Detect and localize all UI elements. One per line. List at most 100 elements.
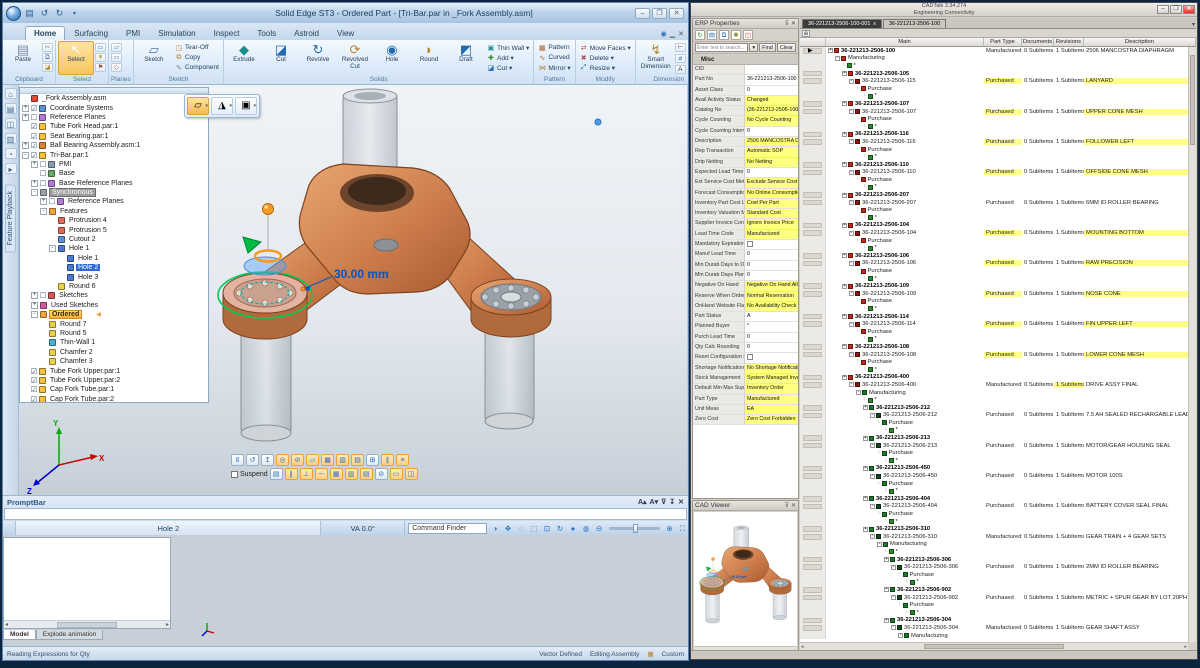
column-header[interactable] (800, 38, 826, 46)
window-close-icon[interactable]: ✕ (678, 30, 684, 38)
suspend-checkbox[interactable]: Suspend (231, 471, 268, 478)
property-value[interactable]: No Cycle Counting (745, 116, 798, 125)
tree-expander-icon[interactable]: + (842, 132, 847, 137)
tree-expander-icon[interactable]: + (863, 527, 868, 532)
property-value[interactable]: 0 (745, 86, 798, 95)
mirror-button[interactable]: ⋈Mirror ▾ (536, 63, 572, 72)
d1-icon[interactable]: ⊢ (675, 43, 686, 52)
live-rule-box1-button[interactable]: ▭ (390, 468, 403, 480)
bom-row[interactable]: +36-221213-2506-450 (800, 465, 1188, 473)
bom-row[interactable]: +36-221213-2506-310 (800, 525, 1188, 533)
copy-icon[interactable]: ⧉ (42, 53, 53, 62)
bom-row[interactable]: └Purchase (800, 571, 1188, 579)
copy-button[interactable]: ⧉Copy (173, 53, 221, 62)
pathfinder-item[interactable]: ☑Tube Fork Upper.par:1 (20, 366, 208, 375)
selbox-icon[interactable]: ▭ (95, 43, 106, 52)
tree-expander-icon[interactable]: + (884, 587, 889, 592)
bottom-tab-model[interactable]: Model (3, 630, 36, 640)
pathfinder-icon[interactable]: ▤ (5, 103, 17, 114)
erp-save-icon[interactable]: ▤ (707, 30, 717, 40)
property-value[interactable]: Zero Cost Forbidden (745, 415, 798, 424)
close-button[interactable]: ✕ (669, 8, 684, 19)
tree-expander-icon[interactable]: + (842, 375, 847, 380)
painter-icon[interactable]: ◪ (42, 63, 53, 72)
d2-icon[interactable]: ∠ (688, 43, 689, 52)
tree-expander-icon[interactable]: - (849, 200, 854, 205)
tree-expander-icon[interactable]: - (31, 189, 38, 196)
live-rule-cxy-button[interactable]: ▦ (330, 468, 343, 480)
pathfinder-item[interactable]: Round 7 (20, 319, 208, 328)
paste-button[interactable]: ▤Paste (5, 41, 41, 75)
pathfinder-item[interactable]: _Fork Assembly.asm (20, 94, 208, 103)
extrude-button[interactable]: ◆Extrude (226, 41, 262, 75)
property-value[interactable]: 0 (745, 261, 798, 270)
ribbon-tab-surfacing[interactable]: Surfacing (65, 26, 117, 40)
qat-dropdown-icon[interactable]: ▾ (68, 7, 81, 20)
pathfinder-item[interactable]: Thin-Wall 1 (20, 338, 208, 347)
pathfinder-item[interactable]: -Ordered◀ (20, 310, 208, 319)
bom-row[interactable]: └Purchase (800, 298, 1188, 306)
live-rule-perp-button[interactable]: ⊥ (300, 468, 313, 480)
feature-playback-tab[interactable]: Feature Playback (5, 184, 16, 252)
pathfinder-item[interactable]: +Used Sketches (20, 301, 208, 310)
restore-button[interactable]: ❐ (652, 8, 667, 19)
tree-expander-icon[interactable]: + (842, 71, 847, 76)
pathfinder-item[interactable]: ☑Cap Fork Tube.par:2 (20, 395, 208, 404)
zoom-fit-icon[interactable]: ⬚ (529, 523, 540, 534)
sketch-button[interactable]: ▱Sketch (136, 41, 172, 75)
column-header-documents[interactable]: Documents (1022, 38, 1054, 46)
erp-pin-icon[interactable]: ⊽ (785, 20, 789, 27)
zoom-slider-thumb[interactable] (633, 524, 638, 533)
zoom-area-icon[interactable]: ⊡ (542, 523, 553, 534)
tree-expander-icon[interactable]: + (842, 344, 847, 349)
property-value[interactable]: (36-221213-2506-100) (745, 106, 798, 115)
ct-close-button[interactable]: ✕ (1183, 5, 1195, 14)
pathfinder-item[interactable]: +☑Coordinate Systems (20, 103, 208, 112)
grid-status-icon[interactable]: ▦ (647, 650, 653, 658)
animation-hscrollbar[interactable]: ◂▸ (4, 620, 170, 628)
tree-expander-icon[interactable]: - (40, 208, 47, 215)
bom-row[interactable]: └* (800, 244, 1188, 252)
bom-row[interactable]: -36-221213-2506-109Purchased0 SubItems1 … (800, 290, 1188, 298)
tree-expander-icon[interactable]: + (22, 114, 29, 121)
live-rule-concentric-button[interactable]: ◎ (276, 454, 289, 466)
property-value[interactable] (745, 353, 798, 362)
bom-row[interactable]: -36-221213-2506-114Purchased0 SubItems1 … (800, 320, 1188, 328)
visibility-checkbox[interactable]: ☑ (30, 395, 38, 403)
property-value[interactable]: Cost Per Part (745, 199, 798, 208)
bom-row[interactable]: +36-221213-2506-306 (800, 556, 1188, 564)
tree-expander-icon[interactable]: - (849, 291, 854, 296)
property-value[interactable] (745, 65, 798, 74)
bom-row[interactable]: └* (800, 548, 1188, 556)
property-value[interactable]: A (745, 312, 798, 321)
font-decrease-icon[interactable]: A▾ (650, 498, 659, 506)
property-value[interactable]: Negative On Hand Allowed (745, 281, 798, 290)
visibility-checkbox[interactable]: ☐ (48, 197, 56, 206)
redo-icon[interactable]: ↻ (53, 7, 66, 20)
bom-grid-icon[interactable]: ⊞ (802, 30, 810, 37)
pathfinder-item[interactable]: ☑Cap Fork Tube.par:1 (20, 385, 208, 394)
property-value[interactable]: 0 (745, 168, 798, 177)
smart-dimension-button[interactable]: ↯Smart Dimension (638, 41, 674, 75)
tree-expander-icon[interactable]: + (884, 557, 889, 562)
erp-search-input[interactable]: Enter text to search... (695, 43, 748, 52)
filter-icon[interactable]: ▼ (95, 53, 106, 62)
pathfinder-item[interactable]: ☐Base (20, 169, 208, 178)
property-value[interactable]: Changed (745, 96, 798, 105)
thin-wall-button[interactable]: ▣Thin Wall ▾ (485, 43, 531, 52)
bom-row[interactable]: -36-221213-2506-108Purchased0 SubItems1 … (800, 351, 1188, 359)
ribbon-tab-simulation[interactable]: Simulation (149, 26, 204, 40)
bom-row[interactable]: -36-221213-2506-304Manufactured0 SubItem… (800, 624, 1188, 632)
bom-row[interactable]: -Manufacturing (800, 55, 1188, 63)
tree-expander-icon[interactable]: - (891, 625, 896, 630)
live-rule-czx-button[interactable]: ▤ (360, 468, 373, 480)
bom-tab[interactable]: 36-221213-2506-100 (883, 19, 946, 28)
tree-expander-icon[interactable]: - (849, 322, 854, 327)
pathfinder-item[interactable]: -Hole 1 (20, 244, 208, 253)
d5-icon[interactable]: A (675, 65, 686, 74)
visibility-checkbox[interactable]: ☑ (30, 132, 38, 141)
dock-icon[interactable]: ↧ (669, 498, 675, 506)
tree-expander-icon[interactable]: + (22, 142, 29, 149)
tree-expander-icon[interactable]: - (849, 261, 854, 266)
bom-row[interactable]: +36-221213-2506-213 (800, 434, 1188, 442)
